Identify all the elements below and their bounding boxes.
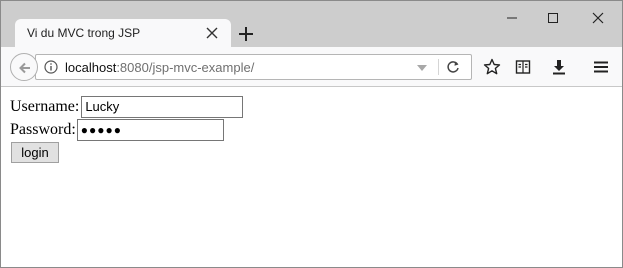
reload-icon[interactable] (445, 59, 461, 75)
url-host: localhost (65, 60, 117, 75)
url-path: :8080/jsp-mvc-example/ (116, 60, 255, 75)
navigation-toolbar: localhost:8080/jsp-mvc-example/ (1, 47, 622, 87)
browser-window: Vi du MVC trong JSP localhost:8080/jsp-m… (0, 0, 623, 268)
tab-strip: Vi du MVC trong JSP (1, 1, 622, 47)
hamburger-menu-icon[interactable] (592, 58, 610, 76)
tab-active[interactable]: Vi du MVC trong JSP (15, 19, 231, 47)
login-button[interactable]: login (11, 142, 59, 163)
password-row: Password: ●●●●● (10, 119, 224, 141)
minimize-icon[interactable] (504, 10, 520, 26)
password-field[interactable]: ●●●●● (76, 119, 224, 141)
username-label: Username: (10, 98, 80, 115)
password-label: Password: (10, 121, 76, 138)
plus-icon[interactable] (237, 25, 255, 43)
chevron-down-icon[interactable] (416, 63, 428, 73)
arrow-left-icon (19, 62, 30, 74)
username-row: Username: Lucky (10, 96, 244, 118)
star-icon[interactable] (483, 58, 501, 76)
tab-title: Vi du MVC trong JSP (27, 26, 141, 40)
username-field[interactable]: Lucky (81, 96, 244, 118)
maximize-icon[interactable] (545, 10, 561, 26)
page-content: Username: Lucky Password: ●●●●● login (1, 88, 622, 267)
download-icon[interactable] (550, 58, 568, 76)
address-bar-url: localhost:8080/jsp-mvc-example/ (65, 60, 254, 75)
back-button[interactable] (10, 53, 38, 81)
info-icon[interactable] (44, 60, 58, 74)
address-bar-divider (438, 59, 439, 75)
reader-view-icon[interactable] (514, 58, 532, 76)
window-close-icon[interactable] (590, 10, 606, 26)
address-bar[interactable]: localhost:8080/jsp-mvc-example/ (35, 54, 472, 80)
close-icon[interactable] (203, 24, 221, 42)
